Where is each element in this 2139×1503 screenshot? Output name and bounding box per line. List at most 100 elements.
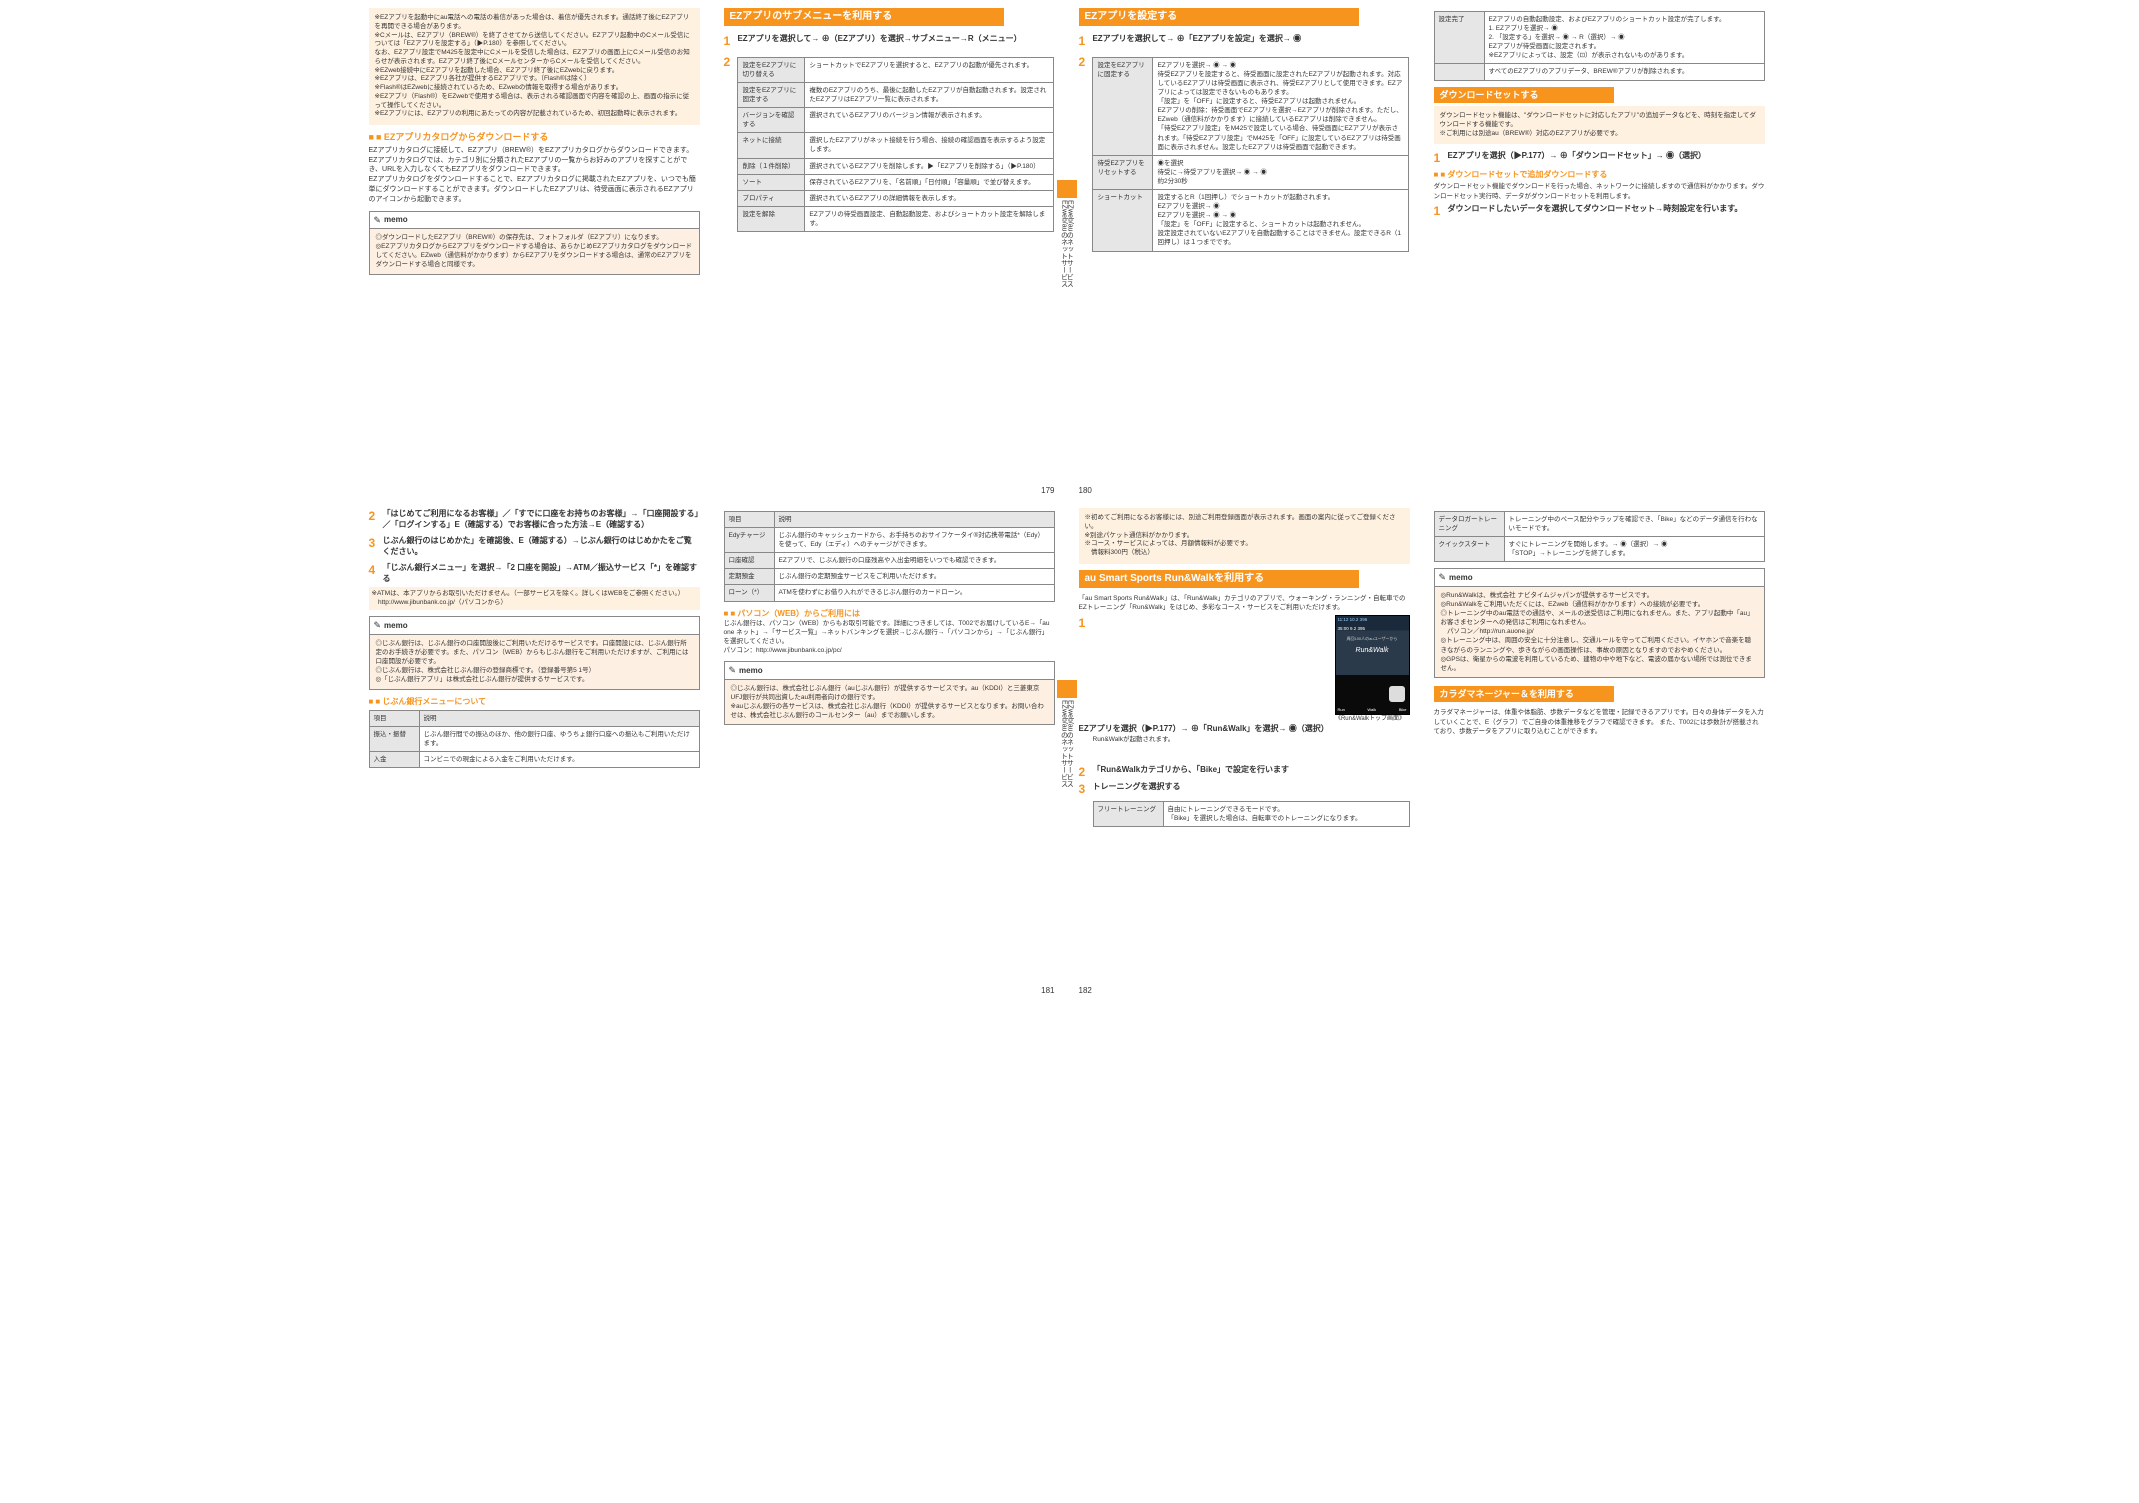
step-text: EZアプリを選択して→ ⊕（EZアプリ）を選択→サブメニュー→R（メニュー） bbox=[737, 33, 1054, 44]
table-cell: 選択されているEZアプリの詳細情報を表示します。 bbox=[805, 190, 1054, 206]
table-header: 項目 bbox=[724, 512, 774, 528]
page-182-right: データロガートレーニング トレーニング中のペース配分やラップを確認でき、「Bik… bbox=[1422, 500, 1777, 1000]
table-cell: 設定するとR（1回押し）でショートカットが起動されます。 EZアプリを選択→ ◉… bbox=[1153, 190, 1409, 252]
step-number: 4 bbox=[369, 562, 381, 579]
table-cell: ローン（*） bbox=[724, 585, 774, 601]
table-cell: 自由にトレーニングできるモードです。 「Bike」を選択した場合は、自転車でのト… bbox=[1163, 801, 1409, 826]
step-number: 1 bbox=[1079, 33, 1091, 50]
table-cell: ショートカット bbox=[1093, 190, 1153, 252]
step-number: 2 bbox=[369, 508, 381, 525]
step-number: 2 bbox=[724, 54, 736, 71]
table-header: 説明 bbox=[419, 710, 699, 726]
body-text: EZアプリカタログに接続して、EZアプリ（BREW®）をEZアプリカタログからダ… bbox=[369, 146, 700, 205]
submenu-table: 設定をEZアプリに切り替えるショートカットでEZアプリを選択すると、EZアプリの… bbox=[737, 57, 1054, 232]
step-text: トレーニングを選択する bbox=[1092, 781, 1409, 792]
page-number: 181 bbox=[1041, 985, 1054, 996]
screenshot-caption: 《Run&Walkトップ画面》 bbox=[1331, 715, 1410, 723]
scr-menu: Run bbox=[1338, 707, 1345, 713]
step-number: 1 bbox=[724, 33, 736, 50]
app-screenshot: 11:12 10.2 396 35:00 9.2 395 周回100人のauユー… bbox=[1335, 615, 1410, 715]
table-header: 項目 bbox=[369, 710, 419, 726]
step-number: 3 bbox=[369, 535, 381, 552]
step-text: 「はじめてご利用になるお客様」／「すでに口座をお持ちのお客様」→「口座開設する」… bbox=[382, 508, 699, 530]
runner-icon bbox=[1389, 686, 1405, 702]
step-text: 「Run&Walkカテゴリから、「Bike」で設定を行います bbox=[1092, 764, 1409, 775]
table-cell: 振込・振替 bbox=[369, 726, 419, 751]
step-number: 2 bbox=[1079, 54, 1091, 71]
memo-body: ◎ダウンロードしたEZアプリ（BREW®）の保存先は、フォトフォルダ（EZアプリ… bbox=[370, 229, 699, 273]
table-cell: じぶん銀行の定期預金サービスをご利用いただけます。 bbox=[774, 569, 1054, 585]
page-179-right: EZアプリのサブメニューを利用する 1 EZアプリを選択して→ ⊕（EZアプリ）… bbox=[712, 0, 1067, 500]
page-182-left: EZweb/auのネットサービス ※初めてご利用になるお客様には、別途ご利用登録… bbox=[1067, 500, 1422, 1000]
step-number: 1 bbox=[1434, 203, 1446, 220]
section-title: au Smart Sports Run&Walkを利用する bbox=[1079, 570, 1359, 588]
table-cell: 設定完了 bbox=[1434, 12, 1484, 64]
body-text: じぶん銀行は、パソコン（WEB）からもお取引可能です。詳細につきましては、T00… bbox=[724, 619, 1055, 655]
heading-ez-app-catalog: ■ EZアプリカタログからダウンロードする bbox=[369, 131, 700, 144]
table-cell: ソート bbox=[738, 174, 805, 190]
page-181-left: 2 「はじめてご利用になるお客様」／「すでに口座をお持ちのお客様」→「口座開設す… bbox=[357, 500, 712, 1000]
memo-body: ◎じぶん銀行は、じぶん銀行の口座開設後にご利用いただけるサービスです。口座開設に… bbox=[370, 635, 699, 688]
training-table-2: データロガートレーニング トレーニング中のペース配分やラップを確認でき、「Bik… bbox=[1434, 511, 1765, 562]
table-cell: 口座確認 bbox=[724, 553, 774, 569]
step-text: EZアプリを選択（▶P.177）→ ⊕「Run&Walk」を選択→ ◉（選択） bbox=[1079, 723, 1396, 734]
pencil-icon: ✎ bbox=[374, 619, 382, 632]
table-cell: 入金 bbox=[369, 752, 419, 768]
table-cell bbox=[1434, 64, 1484, 80]
table-cell: 待受EZアプリをリセットする bbox=[1093, 155, 1153, 189]
training-table: フリートレーニング 自由にトレーニングできるモードです。 「Bike」を選択した… bbox=[1093, 801, 1410, 827]
menu-table-2: 項目説明 Edyチャージじぶん銀行のキャッシュカードから、お手持ちのおサイフケー… bbox=[724, 511, 1055, 602]
table-cell: すぐにトレーニングを開始します。→ ◉（選択）→ ◉ 「STOP」→トレーニング… bbox=[1504, 537, 1764, 562]
page-180-right: 設定完了 EZアプリの自動起動設定、およびEZアプリのショートカット設定が完了し… bbox=[1422, 0, 1777, 500]
memo-label: memo bbox=[384, 620, 408, 631]
section-title: ダウンロードセットする bbox=[1434, 87, 1614, 104]
pencil-icon: ✎ bbox=[729, 664, 737, 677]
side-label: EZweb/auのネットサービス bbox=[1065, 200, 1075, 288]
section-title: EZアプリのサブメニューを利用する bbox=[724, 8, 1004, 26]
table-cell: データロガートレーニング bbox=[1434, 512, 1504, 537]
intro-text: 「au Smart Sports Run&Walk」は、「Run&Walk」カテ… bbox=[1079, 594, 1410, 612]
step-number: 3 bbox=[1079, 781, 1091, 798]
scr-blurb: 周回100人のauユーザーから bbox=[1338, 636, 1407, 642]
step-number: 2 bbox=[1079, 764, 1091, 781]
table-cell: 保存されているEZアプリを、「名前順」「日付順」「容量順」で並び替えます。 bbox=[805, 174, 1054, 190]
settings-table: 設定をEZアプリに固定する EZアプリを選択→ ◉ → ◉ 待受EZアプリを設定… bbox=[1092, 57, 1409, 252]
table-cell: EZアプリの自動起動設定、およびEZアプリのショートカット設定が完了します。 1… bbox=[1484, 12, 1764, 64]
step-text: 「じぶん銀行メニュー」を選択→「2 口座を開設」→ATM／振込サービス「*」を確… bbox=[382, 562, 699, 584]
page-number: 182 bbox=[1079, 985, 1092, 996]
table-cell: 削除（１件削除） bbox=[738, 158, 805, 174]
sub-heading: ■ パソコン（WEB）からご利用には bbox=[724, 608, 1055, 619]
scr-title: Run&Walk bbox=[1336, 646, 1409, 656]
table-cell: クイックスタート bbox=[1434, 537, 1504, 562]
side-tab bbox=[1063, 180, 1077, 198]
pencil-icon: ✎ bbox=[374, 214, 382, 227]
table-cell: EZアプリで、じぶん銀行の口座残高や入出金明細をいつでも確認できます。 bbox=[774, 553, 1054, 569]
note-box: ※初めてご利用になるお客様には、別途ご利用登録画面が表示されます。画面の案内に従… bbox=[1079, 508, 1410, 564]
menu-table: 項目説明 振込・振替じぶん銀行間での振込のほか、他の銀行口座、ゆうちょ銀行口座へ… bbox=[369, 710, 700, 768]
table-cell: 設定をEZアプリに切り替える bbox=[738, 57, 805, 82]
table-cell: ショートカットでEZアプリを選択すると、EZアプリの起動が優先されます。 bbox=[805, 57, 1054, 82]
table-cell: 設定を解除 bbox=[738, 206, 805, 231]
table-cell: フリートレーニング bbox=[1093, 801, 1163, 826]
table-cell: トレーニング中のペース配分やラップを確認でき、「Bike」などのデータ通信を行わ… bbox=[1504, 512, 1764, 537]
step-sub: Run&Walkが起動されます。 bbox=[1093, 735, 1410, 744]
pencil-icon: ✎ bbox=[1439, 571, 1447, 584]
table-cell: ◉を選択 待受に→待受アプリを選択→ ◉ → ◉ 約2分30秒 bbox=[1153, 155, 1409, 189]
table-cell: ネットに接続 bbox=[738, 133, 805, 158]
step-number: 1 bbox=[1079, 615, 1091, 632]
table-cell: すべてのEZアプリのアプリデータ、BREW®アプリが削除されます。 bbox=[1484, 64, 1764, 80]
table-cell: 選択したEZアプリがネット接続を行う場合、接続の確認画面を表示するよう設定します… bbox=[805, 133, 1054, 158]
table-cell: 設定をEZアプリに固定する bbox=[1093, 57, 1153, 155]
step-number: 1 bbox=[1434, 150, 1446, 167]
note-box: ダウンロードセット機能は、"ダウンロードセットに対応したアプリ"の追加データなど… bbox=[1434, 106, 1765, 144]
table-cell: 複数のEZアプリのうち、最後に起動したEZアプリが自動起動されます。設定されたE… bbox=[805, 82, 1054, 107]
side-label: EZweb/auのネットサービス bbox=[1065, 700, 1075, 788]
table-cell: 選択されているEZアプリのバージョン情報が表示されます。 bbox=[805, 108, 1054, 133]
table-cell: Edyチャージ bbox=[724, 528, 774, 553]
table-cell: バージョンを確認する bbox=[738, 108, 805, 133]
step-text: EZアプリを選択（▶P.177）→ ⊕「ダウンロードセット」→ ◉（選択） bbox=[1447, 150, 1764, 161]
body-text: ダウンロードセット機能でダウンロードを行った場合、ネットワークに接続しますので通… bbox=[1434, 182, 1765, 200]
scr-menu: Bike bbox=[1399, 707, 1407, 713]
memo-body: ◎じぶん銀行は、株式会社じぶん銀行（auじぶん銀行）が提供するサービスです。au… bbox=[725, 680, 1054, 724]
scr-stat: 11:12 10.2 396 bbox=[1338, 617, 1368, 622]
